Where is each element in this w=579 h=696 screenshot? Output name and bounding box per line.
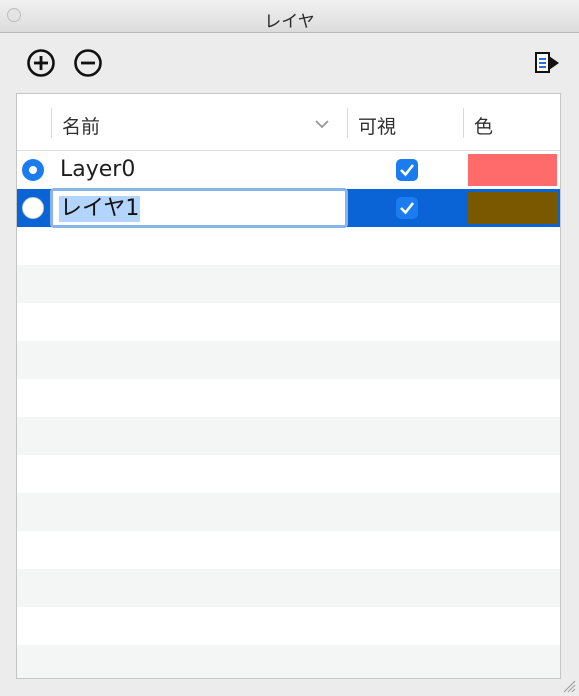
empty-row [17, 265, 560, 303]
layer-name-edit-field[interactable]: レイヤ1 [50, 188, 348, 228]
export-button[interactable] [533, 48, 563, 78]
minus-circle-icon [74, 49, 102, 77]
active-layer-radio[interactable] [22, 197, 44, 219]
remove-layer-button[interactable] [73, 48, 103, 78]
column-separator [463, 108, 464, 138]
column-separator [51, 108, 52, 138]
layer-color-swatch[interactable] [468, 154, 557, 186]
layer-name-selected-text: レイヤ1 [59, 196, 141, 222]
empty-row [17, 569, 560, 607]
visible-checkbox[interactable] [396, 159, 418, 181]
active-layer-radio[interactable] [22, 159, 44, 181]
table-row[interactable]: Layer0 [17, 151, 560, 189]
checkmark-icon [400, 202, 415, 215]
table-header: 名前 可視 色 [17, 94, 560, 151]
layer-color-swatch[interactable] [468, 192, 557, 224]
empty-row [17, 493, 560, 531]
column-header-color[interactable]: 色 [474, 112, 493, 139]
visible-checkbox[interactable] [396, 197, 418, 219]
title-bar: レイヤ [0, 0, 579, 33]
empty-row [17, 645, 560, 678]
add-layer-button[interactable] [26, 48, 56, 78]
layer-name[interactable]: Layer0 [60, 157, 135, 182]
resize-grip-icon[interactable] [562, 679, 576, 693]
column-separator [347, 108, 348, 138]
chevron-down-icon[interactable] [315, 119, 329, 129]
plus-circle-icon [27, 49, 55, 77]
checkmark-icon [400, 164, 415, 177]
layer-table: 名前 可視 色 Layer0 レイヤ1 [16, 93, 561, 679]
table-row-selected[interactable]: レイヤ1 [17, 188, 560, 228]
column-header-name[interactable]: 名前 [62, 112, 100, 139]
empty-row [17, 417, 560, 455]
export-arrow-icon [535, 52, 559, 73]
empty-row [17, 341, 560, 379]
column-header-visible[interactable]: 可視 [358, 112, 396, 139]
window-title: レイヤ [264, 12, 315, 32]
